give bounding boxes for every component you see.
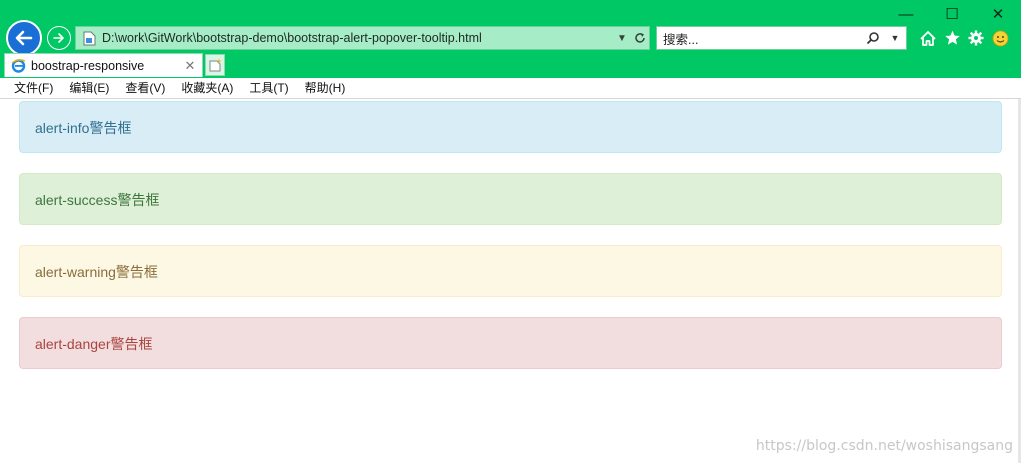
forward-button[interactable] [47, 26, 71, 50]
page-icon [80, 29, 98, 47]
toolbar-icons [918, 27, 1010, 49]
alert-warning: alert-warning警告框 [19, 245, 1002, 297]
window-controls: — ☐ ✕ [883, 0, 1021, 28]
tab-active[interactable]: boostrap-responsive ✕ [4, 53, 203, 77]
search-input[interactable]: 搜索... [663, 29, 862, 48]
menu-file[interactable]: 文件(F) [8, 79, 59, 98]
tab-label: boostrap-responsive [31, 58, 145, 73]
alert-danger: alert-danger警告框 [19, 317, 1002, 369]
watermark: https://blog.csdn.net/woshisangsang [755, 438, 1013, 454]
address-bar[interactable]: D:\work\GitWork\bootstrap-demo\bootstrap… [75, 26, 650, 50]
maximize-button[interactable]: ☐ [929, 0, 975, 28]
settings-gear-icon[interactable] [966, 27, 986, 49]
address-url[interactable]: D:\work\GitWork\bootstrap-demo\bootstrap… [102, 31, 613, 45]
minimize-button[interactable]: — [883, 0, 929, 28]
menu-favorites[interactable]: 收藏夹(A) [175, 79, 239, 98]
ie-logo-icon [10, 58, 26, 74]
new-tab-button[interactable] [205, 54, 225, 76]
forward-arrow-icon [53, 33, 64, 43]
feedback-smiley-icon[interactable] [990, 27, 1010, 49]
back-button[interactable] [6, 20, 42, 56]
dropdown-icon[interactable]: ▼ [613, 27, 631, 49]
search-box[interactable]: 搜索... ▼ [656, 26, 907, 50]
new-tab-icon [209, 58, 221, 72]
home-icon[interactable] [918, 27, 938, 49]
close-window-button[interactable]: ✕ [975, 0, 1021, 28]
alert-info: alert-info警告框 [19, 101, 1002, 153]
menu-help[interactable]: 帮助(H) [299, 79, 352, 98]
tab-close-icon[interactable]: ✕ [182, 58, 198, 74]
refresh-icon[interactable] [631, 27, 649, 49]
browser-chrome: — ☐ ✕ D:\work\GitWork\bootstrap-demo\boo… [0, 0, 1021, 78]
menu-edit[interactable]: 编辑(E) [63, 79, 115, 98]
menu-view[interactable]: 查看(V) [119, 79, 171, 98]
favorites-star-icon[interactable] [942, 27, 962, 49]
back-arrow-icon [15, 30, 33, 46]
menu-tools[interactable]: 工具(T) [243, 79, 294, 98]
menu-bar: 文件(F) 编辑(E) 查看(V) 收藏夹(A) 工具(T) 帮助(H) [0, 78, 1021, 99]
alert-success: alert-success警告框 [19, 173, 1002, 225]
search-dropdown-icon[interactable]: ▼ [884, 27, 906, 49]
search-icon[interactable] [862, 27, 884, 49]
